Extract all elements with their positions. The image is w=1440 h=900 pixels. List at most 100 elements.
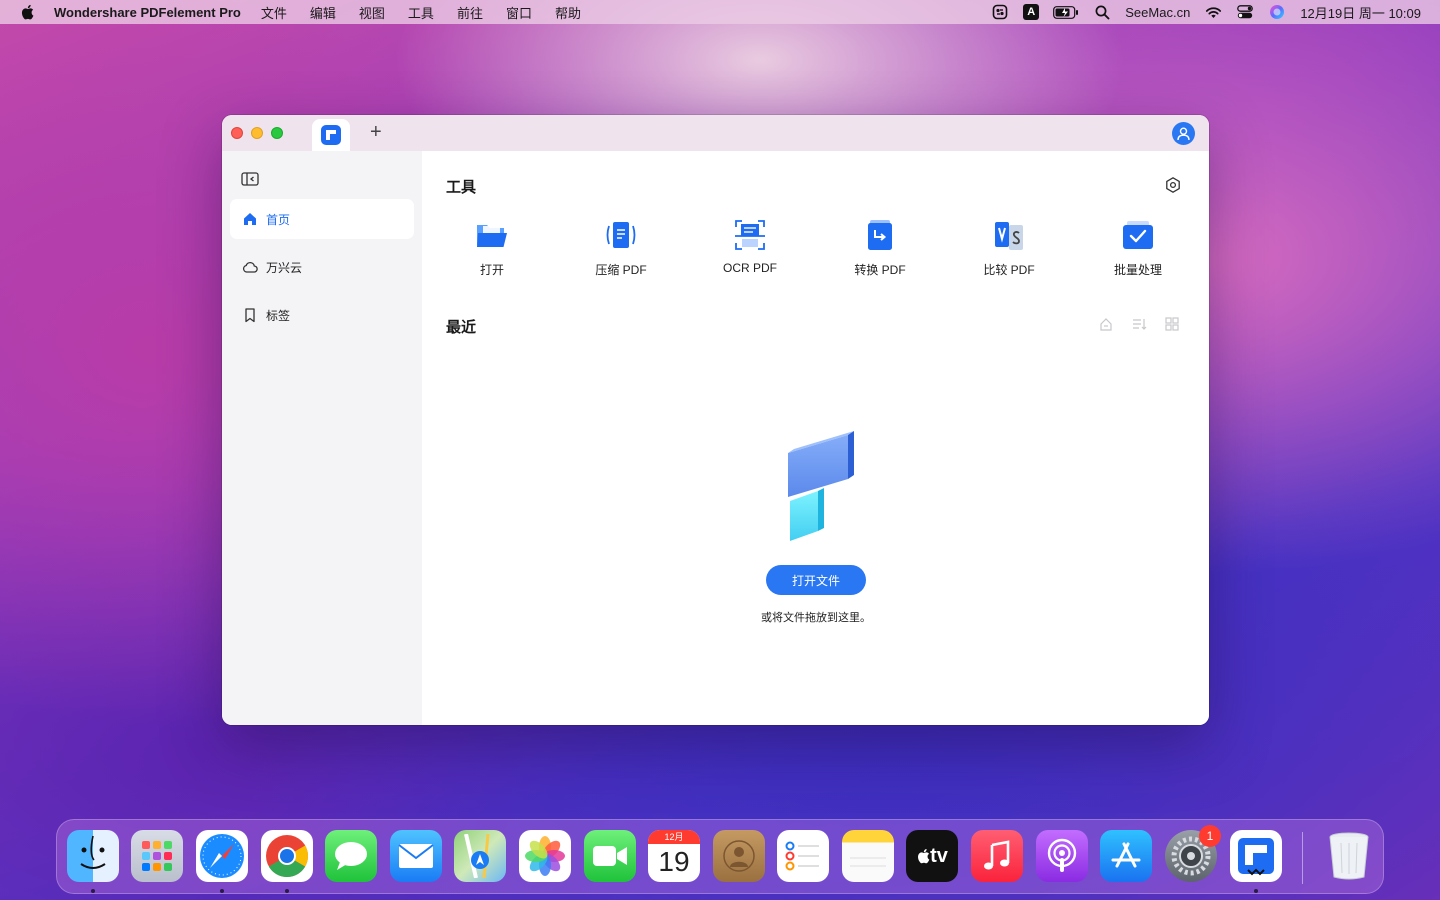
dock-maps[interactable] [454,830,506,882]
compress-pdf-icon [606,222,636,248]
menu-edit[interactable]: 编辑 [310,3,336,22]
menu-file[interactable]: 文件 [261,3,287,22]
convert-pdf-icon [868,220,892,250]
calendar-day: 19 [658,846,690,877]
sidebar-item-label: 标签 [266,308,291,323]
dock-mail[interactable] [390,830,442,882]
contacts-icon [723,840,755,872]
menu-tools[interactable]: 工具 [408,3,434,22]
dock-app-store[interactable] [1100,830,1152,882]
dock-tv[interactable]: tv [906,830,958,882]
sidebar: 首页 万兴云 标签 [222,151,422,725]
running-indicator [1254,889,1258,893]
input-source-icon[interactable]: A [1023,4,1040,20]
finder-icon [80,835,106,869]
control-icon[interactable] [991,4,1009,20]
chrome-icon [266,835,309,878]
menu-go[interactable]: 前往 [457,3,483,22]
open-folder-icon [477,225,507,247]
app-store-icon [1111,842,1141,868]
search-icon[interactable] [1093,4,1111,20]
dock-reminders[interactable] [777,830,829,882]
reminders-icon [785,841,819,871]
drop-hint: 或将文件拖放到这里。 [761,612,871,624]
dock-launchpad[interactable] [131,830,183,882]
user-icon [1177,126,1190,140]
tool-label: 压缩 PDF [595,263,647,277]
tool-convert-pdf[interactable]: 转换 PDF [830,217,930,279]
menu-help[interactable]: 帮助 [555,3,581,22]
home-icon [242,211,258,227]
menu-view[interactable]: 视图 [359,3,385,22]
dock-chrome[interactable] [261,830,313,882]
notes-icon [850,857,886,867]
dock-podcasts[interactable] [1036,830,1088,882]
tool-batch-process[interactable]: 批量处理 [1088,217,1188,279]
dock-facetime[interactable] [584,830,636,882]
apple-tv-icon [918,849,930,864]
dock-finder[interactable] [67,830,119,882]
siri-icon[interactable] [1268,4,1286,20]
photos-icon [525,836,565,876]
title-bar: + [222,115,1209,151]
open-file-button[interactable]: 打开文件 [766,565,866,595]
dock-trash[interactable] [1323,830,1375,882]
tool-open[interactable]: 打开 [442,217,542,279]
running-indicator [220,889,224,893]
sidebar-item-label: 首页 [266,212,291,227]
tool-compress-pdf[interactable]: 压缩 PDF [571,217,671,279]
dock-calendar[interactable]: 12月 19 [648,830,700,882]
battery-icon[interactable] [1053,4,1079,20]
tool-label: OCR PDF [723,261,777,275]
empty-state-illustration [788,431,854,541]
dock-pdfelement[interactable] [1230,830,1282,882]
grid-view-icon[interactable] [1164,316,1180,332]
tool-ocr-pdf[interactable]: OCR PDF [700,217,800,279]
app-name-menu[interactable]: Wondershare PDFelement Pro [54,5,241,20]
maps-icon [464,834,490,878]
sort-icon[interactable] [1131,316,1147,332]
control-center-icon[interactable] [1236,4,1254,20]
add-tab-button[interactable]: + [370,122,382,142]
messages-icon [335,842,367,870]
tool-label: 比较 PDF [983,263,1035,277]
menu-bar: Wondershare PDFelement Pro 文件 编辑 视图 工具 前… [0,0,1440,24]
recent-title: 最近 [446,319,477,336]
pin-icon[interactable] [1098,316,1114,332]
pdfelement-icon [1238,838,1274,876]
settings-gear-icon[interactable] [1164,176,1182,194]
apple-icon[interactable] [18,4,36,20]
menu-window[interactable]: 窗口 [506,3,532,22]
ocr-pdf-icon [735,220,765,250]
tool-label: 转换 PDF [854,263,906,277]
dock: 12月 19 tv 1 [56,819,1384,894]
status-area: A SeeMac.cn 12月19日 周一 10:09 [991,0,1440,24]
running-indicator [91,889,95,893]
account-button[interactable] [1172,122,1195,145]
home-tab[interactable] [312,119,350,151]
menu-clock[interactable]: 12月19日 周一 10:09 [1300,3,1421,22]
dock-photos[interactable] [519,830,571,882]
tool-compare-pdf[interactable]: 比较 PDF [959,217,1059,279]
dock-messages[interactable] [325,830,377,882]
dock-contacts[interactable] [713,830,765,882]
minimize-window-button[interactable] [251,127,263,139]
dock-music[interactable] [971,830,1023,882]
mail-icon [398,844,434,868]
pdfelement-logo-icon [321,125,341,145]
batch-process-icon [1123,221,1153,249]
sidebar-item-bookmarks[interactable]: 标签 [230,295,414,335]
main-content: 工具 打开 压缩 PDF OCR PDF 转换 PDF 比较 PDF 批量处理 … [422,151,1209,725]
bookmark-icon [242,307,258,323]
podcasts-icon [1047,838,1077,872]
pdfelement-window: + 首页 万兴云 标签 工具 打开 压缩 PDF OCR PDF 转换 PDF … [222,115,1209,725]
launchpad-icon [142,841,172,871]
sidebar-toggle-icon[interactable] [241,171,259,187]
sidebar-item-cloud[interactable]: 万兴云 [230,247,414,287]
sidebar-item-home[interactable]: 首页 [230,199,414,239]
wifi-icon[interactable] [1204,4,1222,20]
dock-notes[interactable] [842,830,894,882]
close-window-button[interactable] [231,127,243,139]
zoom-window-button[interactable] [271,127,283,139]
dock-safari[interactable] [196,830,248,882]
